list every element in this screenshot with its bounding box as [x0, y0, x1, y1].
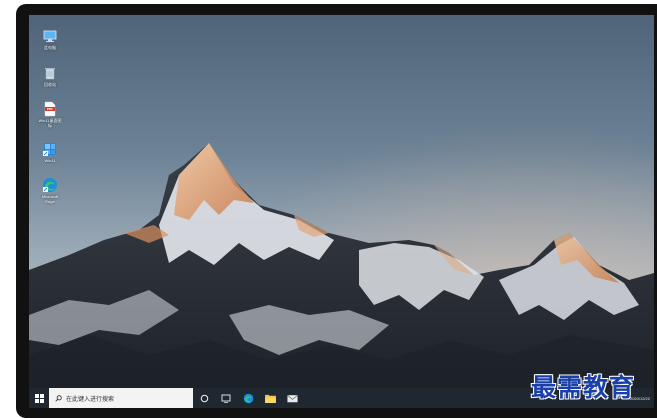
desktop-icon-pdf-file[interactable]: PDF Win11桌面图 标 [35, 101, 65, 128]
mail-icon [286, 394, 298, 402]
windows-logo-icon [34, 393, 44, 403]
watermark-text: 最需教育 [531, 373, 636, 402]
desktop-icon-win11[interactable]: Win11 [35, 141, 65, 163]
desktop-icon-label: Win11桌面图 标 [38, 118, 62, 128]
computer-icon [43, 30, 57, 42]
taskbar-mail-button[interactable] [281, 388, 303, 408]
desktop-icon-this-pc[interactable]: 此电脑 [35, 28, 65, 50]
desktop-icon-label: Win11 [44, 158, 56, 163]
file-explorer-icon [264, 394, 276, 403]
task-view-icon [221, 394, 231, 403]
desktop-icon-label: Microsoft Edge [41, 194, 59, 204]
edge-icon [243, 393, 253, 403]
desktop-icon-edge[interactable]: Microsoft Edge [35, 177, 65, 204]
search-placeholder: 在此键入进行搜索 [66, 396, 115, 403]
svg-text:PDF: PDF [47, 107, 53, 111]
start-button[interactable] [29, 388, 49, 408]
taskbar-file-explorer-button[interactable] [259, 388, 281, 408]
desktop-screen: 此电脑 回收站 PDF Win11桌面图 标 Win11 Microsoft E… [29, 15, 654, 408]
wallpaper-mountains [29, 143, 654, 408]
task-view-button[interactable] [215, 388, 237, 408]
edge-icon [43, 178, 57, 192]
desktop-icon-recycle-bin[interactable]: 回收站 [35, 65, 65, 87]
cortana-icon [200, 394, 208, 402]
cortana-button[interactable] [193, 388, 215, 408]
recycle-bin-icon [45, 68, 55, 80]
taskbar-edge-button[interactable] [237, 388, 259, 408]
taskbar-search-box[interactable]: 在此键入进行搜索 [49, 388, 193, 408]
desktop-icon-label: 回收站 [44, 82, 56, 87]
pdf-file-icon: PDF [44, 101, 56, 117]
windows-shortcut-icon [43, 143, 56, 156]
desktop-icon-label: 此电脑 [44, 45, 56, 50]
search-icon [55, 394, 62, 402]
